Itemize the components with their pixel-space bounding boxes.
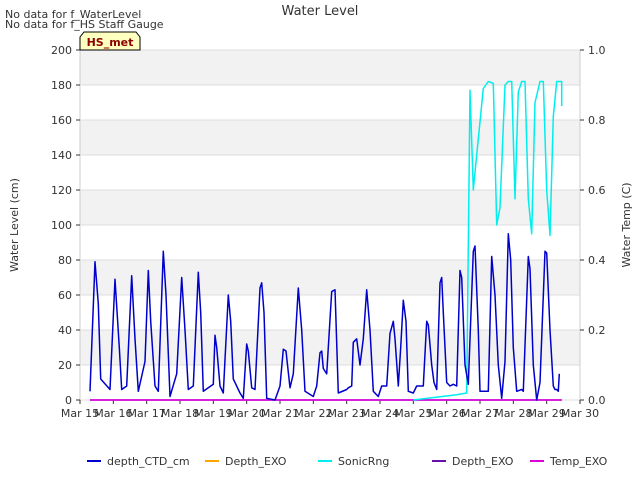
y2-tick-label: 1.0 [588,44,606,57]
site-badge: HS_met [79,31,141,51]
y2-tick-label: 0.4 [588,254,606,267]
right-axis-ticks: 0.0 0.2 0.4 0.6 0.8 1.0 [580,44,606,407]
y2-tick-label: 0.6 [588,184,606,197]
y-tick-label: 120 [51,184,72,197]
y-tick-label: 0 [65,394,72,407]
left-axis-ticks: 0 20 40 60 80 100 120 140 160 180 200 [51,44,80,407]
legend-label: Depth_EXO [225,455,287,468]
y-tick-label: 20 [58,359,72,372]
y-tick-label: 60 [58,289,72,302]
no-data-note-2: No data for f_HS Staff Gauge [5,18,164,31]
y2-tick-label: 0.2 [588,324,606,337]
legend-label: Depth_EXO [452,455,514,468]
y-tick-label: 100 [51,219,72,232]
y-tick-label: 80 [58,254,72,267]
y2-tick-label: 0.8 [588,114,606,127]
background-band [80,260,580,295]
background-band [80,50,580,85]
legend-label: Temp_EXO [549,455,608,468]
y-tick-label: 200 [51,44,72,57]
background-band [80,120,580,155]
x-axis-ticks: Mar 15Mar 16Mar 17Mar 18Mar 19Mar 20Mar … [61,400,599,420]
y2-tick-label: 0.0 [588,394,606,407]
legend-label: depth_CTD_cm [107,455,190,468]
y-tick-label: 160 [51,114,72,127]
legend: depth_CTD_cm Depth_EXO SonicRng Depth_EXO Te… [87,455,608,468]
y-tick-label: 180 [51,79,72,92]
legend-label: SonicRng [338,455,389,468]
background-band [80,190,580,225]
y2-axis-label: Water Temp (C) [620,182,633,267]
chart-canvas: 0 20 40 60 80 100 120 140 160 180 200 0.0 0.2 0.4 0.6… [5,4,633,468]
background-band [80,155,580,190]
y-tick-label: 40 [58,324,72,337]
site-badge-label: HS_met [87,36,134,49]
chart-title: Water Level [282,4,359,19]
y-axis-label: Water Level (cm) [8,178,21,272]
background-band [80,225,580,260]
x-tick-label: Mar 30 [561,407,599,420]
y-tick-label: 140 [51,149,72,162]
